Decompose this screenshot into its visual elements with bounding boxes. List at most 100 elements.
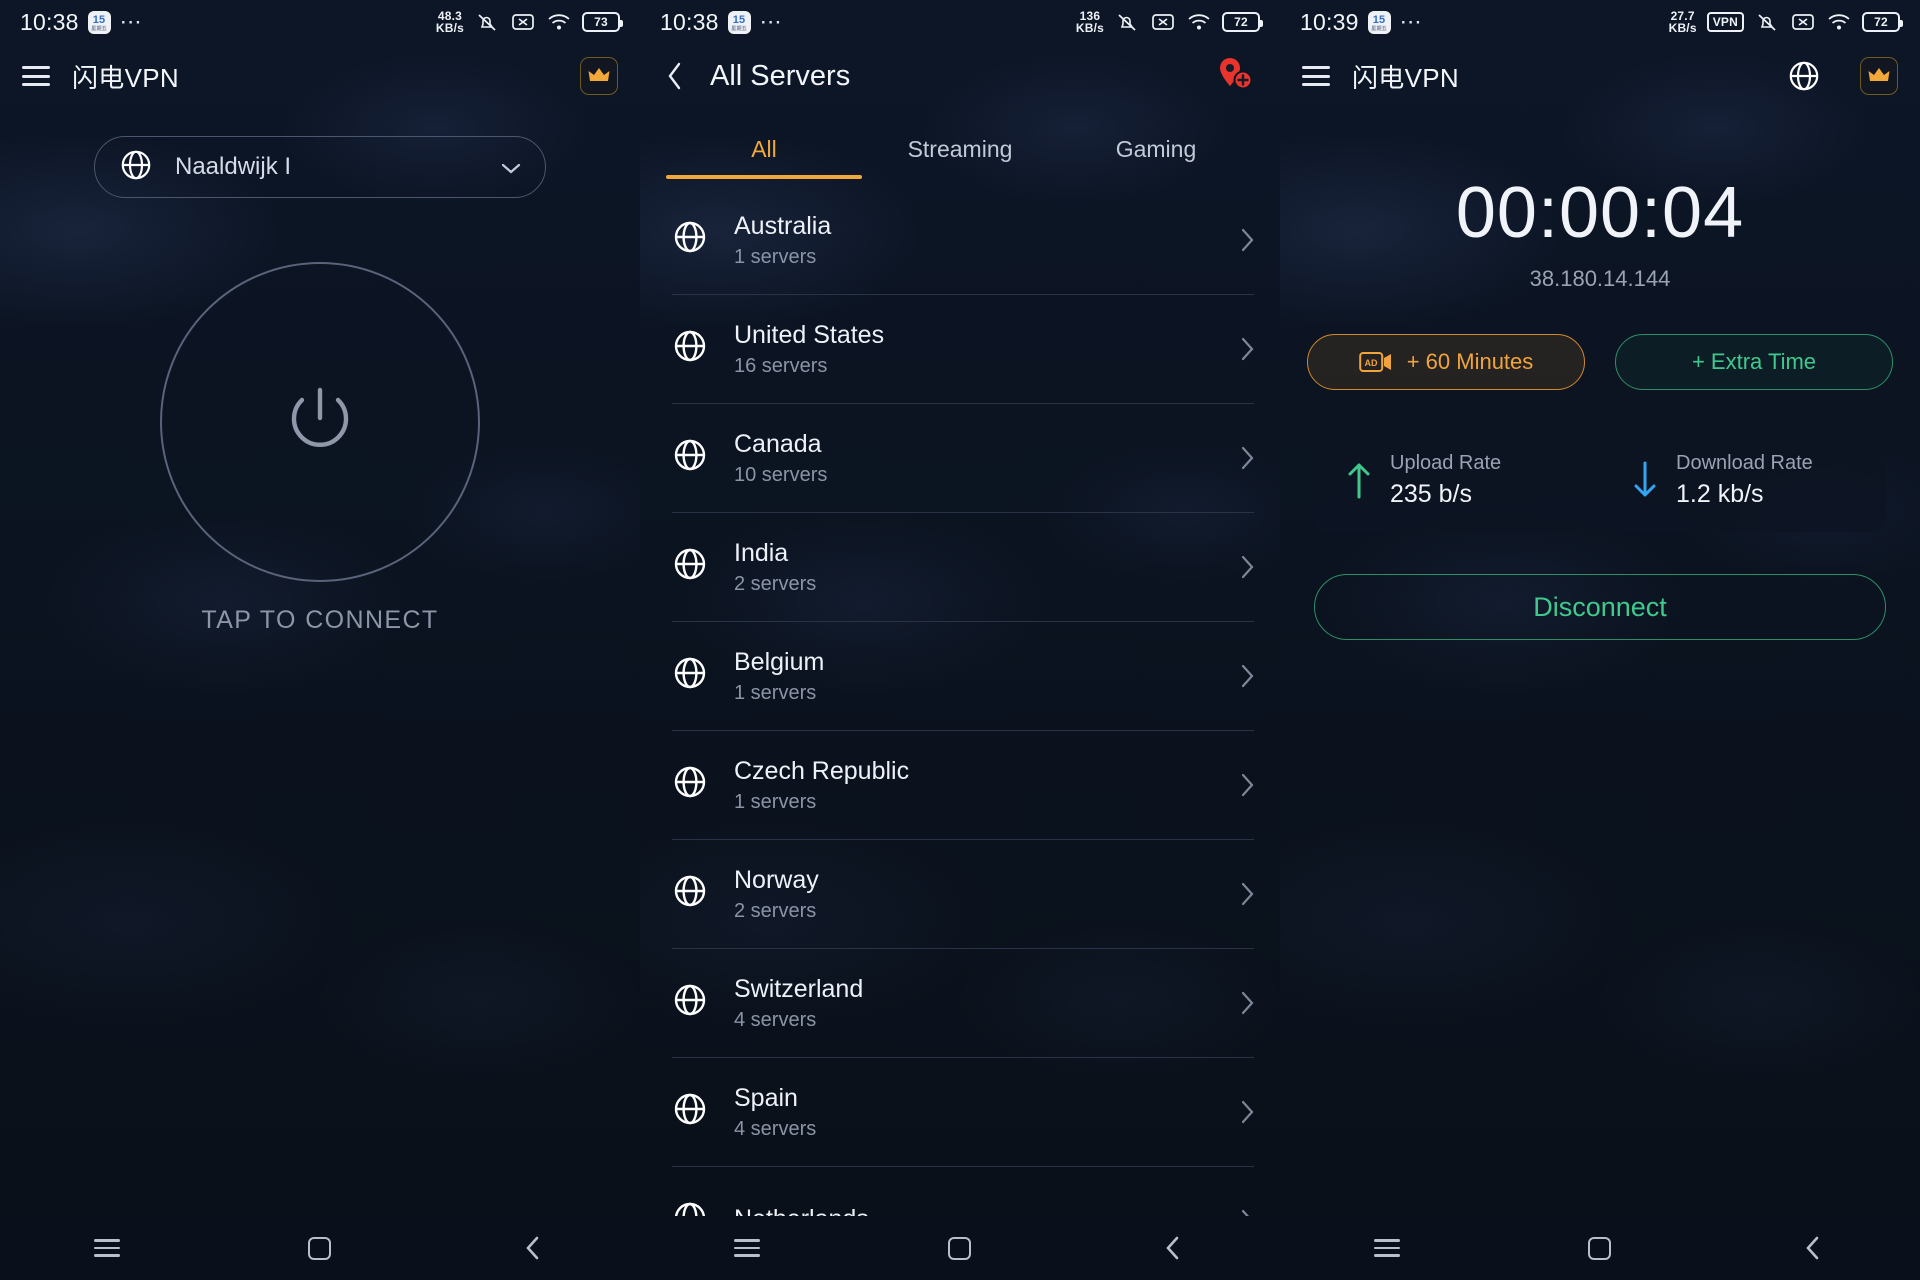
list-item[interactable]: Belgium 1 servers [640,621,1280,730]
calendar-icon: 15 星期五 [87,10,111,34]
globe-icon [672,219,708,260]
server-list[interactable]: Australia 1 servers United States 16 ser… [640,185,1280,1275]
server-count: 4 servers [734,1118,817,1140]
list-item[interactable]: United States 16 servers [640,294,1280,403]
calendar-day: 15 [1372,13,1386,26]
server-country-name: Australia [734,212,832,240]
crown-icon[interactable] [580,57,618,95]
list-item[interactable]: Spain 4 servers [640,1057,1280,1166]
list-item[interactable]: Norway 2 servers [640,839,1280,948]
ad-video-icon: AD [1358,350,1393,374]
chevron-right-icon [1240,664,1254,688]
server-count: 2 servers [734,573,817,595]
chevron-right-icon [1240,446,1254,470]
extra-time-label: + Extra Time [1691,349,1817,374]
globe-icon[interactable] [1784,56,1824,96]
status-bar: 10:38 15 星期五 ⋯ 136 KB/s 72 [640,0,1280,44]
server-country-name: Canada [734,430,822,458]
upload-rate-label: Upload Rate [1390,451,1502,474]
server-country-name: United States [734,321,885,349]
server-count: 10 servers [734,464,828,486]
app-bar: 闪电VPN [0,44,640,108]
recents-icon[interactable] [730,1233,764,1263]
globe-icon [672,764,708,805]
server-count: 1 servers [734,682,817,704]
battery-indicator: 73 [582,12,623,32]
list-item[interactable]: Canada 10 servers [640,403,1280,512]
globe-icon [672,1091,708,1132]
chevron-right-icon [1240,228,1254,252]
calendar-icon: 15 星期五 [727,10,751,34]
disconnect-button[interactable]: Disconnect [1314,574,1886,640]
tab-gaming[interactable]: Gaming [1058,122,1254,179]
home-icon[interactable] [943,1233,977,1263]
status-more-icon: ⋯ [119,9,144,34]
network-speed-indicator: 27.7 KB/s [1669,10,1697,34]
back-icon[interactable] [1156,1233,1190,1263]
globe-icon [672,328,708,369]
selected-location-name: Naaldwijk I [175,153,292,180]
system-navigation-bar [640,1216,1280,1280]
system-navigation-bar [0,1216,640,1280]
extra-time-button[interactable]: + Extra Time [1615,334,1893,390]
calendar-sub: 星期五 [1371,25,1387,32]
server-count: 4 servers [734,1009,817,1031]
app-bar: All Servers [640,44,1280,108]
list-item[interactable]: Australia 1 servers [640,185,1280,294]
status-more-icon: ⋯ [759,9,784,34]
home-icon[interactable] [1583,1233,1617,1263]
network-speed-unit: KB/s [435,21,464,35]
globe-icon [672,655,708,696]
server-count: 1 servers [734,791,817,813]
status-clock: 10:38 [660,8,719,35]
add-60-minutes-ad-button[interactable]: AD + 60 Minutes [1307,334,1585,390]
system-navigation-bar [1280,1216,1920,1280]
tab-streaming[interactable]: Streaming [862,122,1058,179]
calendar-day: 15 [92,13,106,26]
upload-rate: Upload Rate 235 b/s [1314,452,1600,509]
download-rate: Download Rate 1.2 kb/s [1600,452,1886,509]
mute-bell-icon [1754,12,1780,32]
connect-area: TAP TO CONNECT [0,262,640,635]
hamburger-icon[interactable] [1302,66,1330,86]
connect-label: TAP TO CONNECT [201,606,439,634]
back-chevron-icon[interactable] [666,61,684,91]
server-country-name: Norway [734,866,819,894]
tab-all[interactable]: All [666,122,862,179]
svg-text:AD: AD [1364,358,1377,368]
globe-icon [672,873,708,914]
server-country-name: Belgium [734,648,825,676]
battery-indicator: 72 [1862,12,1903,32]
battery-indicator: 72 [1222,12,1263,32]
status-more-icon: ⋯ [1399,9,1424,34]
vpn-badge-icon: VPN [1706,12,1744,32]
sim-off-icon [1150,12,1176,32]
back-icon[interactable] [516,1233,550,1263]
back-icon[interactable] [1796,1233,1830,1263]
server-country-name: Czech Republic [734,757,910,785]
wifi-icon [1826,12,1852,32]
list-item[interactable]: India 2 servers [640,512,1280,621]
network-speed-unit: KB/s [1668,21,1697,35]
app-title: 闪电VPN [1352,62,1459,93]
arrow-up-icon [1346,459,1372,501]
status-clock: 10:38 [20,8,79,35]
hamburger-icon[interactable] [22,66,50,86]
connect-button[interactable] [160,262,480,582]
chevron-right-icon [1240,337,1254,361]
list-item[interactable]: Czech Republic 1 servers [640,730,1280,839]
server-location-selector[interactable]: Naaldwijk I [94,136,546,198]
chevron-right-icon [1240,882,1254,906]
list-item[interactable]: Switzerland 4 servers [640,948,1280,1057]
status-bar: 10:38 15 星期五 ⋯ 48.3 KB/s 73 [0,0,640,44]
chevron-down-icon[interactable] [501,161,521,174]
recents-icon[interactable] [1370,1233,1404,1263]
download-rate-value: 1.2 kb/s [1676,479,1764,508]
globe-icon [672,546,708,587]
home-icon[interactable] [303,1233,337,1263]
mute-bell-icon [1114,12,1140,32]
crown-icon[interactable] [1860,57,1898,95]
calendar-sub: 星期五 [731,25,747,32]
recents-icon[interactable] [90,1233,124,1263]
add-location-pin-icon[interactable] [1214,54,1254,99]
